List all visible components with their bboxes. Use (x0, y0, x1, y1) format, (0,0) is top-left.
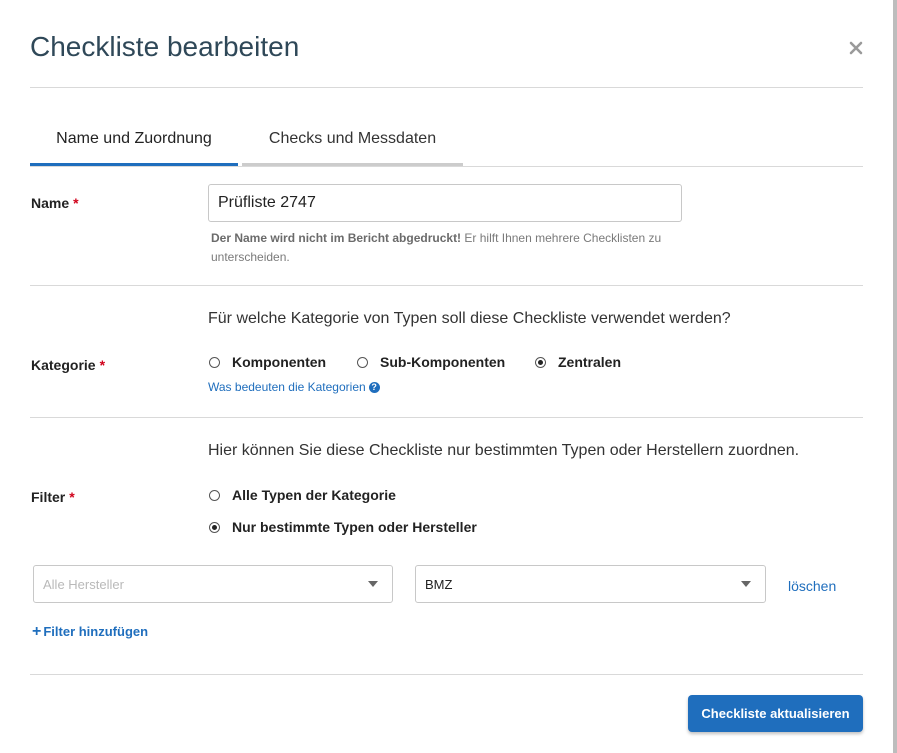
name-input[interactable] (208, 184, 682, 222)
radio-circle-selected (535, 356, 546, 368)
category-label: Kategorie * (31, 357, 106, 373)
delete-filter-link[interactable]: löschen (788, 578, 836, 594)
type-select[interactable]: BMZ (415, 565, 766, 603)
radio-sub-komponenten[interactable]: Sub-Komponenten (357, 354, 505, 370)
category-question: Für welche Kategorie von Typen soll dies… (208, 310, 731, 327)
filter-label: Filter * (31, 489, 75, 505)
radio-circle (209, 489, 220, 501)
question-circle-icon: ? (368, 382, 380, 393)
radio-komponenten[interactable]: Komponenten (209, 354, 326, 370)
dialog-title: Checkliste bearbeiten (30, 31, 300, 62)
tab-name-und-zuordnung[interactable]: Name und Zuordnung (30, 112, 238, 166)
chevron-down-icon (741, 581, 751, 587)
radio-bestimmte-typen[interactable]: Nur bestimmte Typen oder Hersteller (209, 519, 477, 535)
type-value: BMZ (425, 576, 453, 592)
section-divider (30, 417, 863, 418)
category-help-link[interactable]: Was bedeuten die Kategorien? (208, 380, 380, 394)
radio-circle (209, 356, 220, 368)
name-label: Name * (31, 195, 79, 211)
required-marker: * (99, 357, 106, 373)
required-marker: * (69, 489, 75, 505)
update-checklist-button[interactable]: Checkliste aktualisieren (688, 695, 863, 732)
add-filter-link[interactable]: + Filter hinzufügen (32, 623, 148, 641)
plus-icon: + (32, 623, 42, 640)
radio-zentralen[interactable]: Zentralen (535, 354, 621, 370)
footer-divider (30, 674, 863, 675)
tab-checks-und-messdaten[interactable]: Checks und Messdaten (242, 112, 463, 166)
section-divider (30, 285, 863, 286)
radio-alle-typen[interactable]: Alle Typen der Kategorie (209, 487, 396, 503)
close-icon[interactable] (846, 38, 866, 58)
chevron-down-icon (368, 581, 378, 587)
scrollbar-edge (893, 0, 897, 753)
title-divider (30, 87, 863, 88)
filter-question: Hier können Sie diese Checkliste nur bes… (208, 442, 800, 459)
manufacturer-placeholder: Alle Hersteller (43, 576, 124, 592)
required-marker: * (73, 195, 79, 211)
tabs-divider (30, 166, 863, 167)
manufacturer-select[interactable]: Alle Hersteller (33, 565, 393, 603)
radio-circle-selected (209, 521, 220, 533)
radio-circle (357, 356, 368, 368)
name-hint: Der Name wird nicht im Bericht abgedruck… (211, 231, 662, 264)
